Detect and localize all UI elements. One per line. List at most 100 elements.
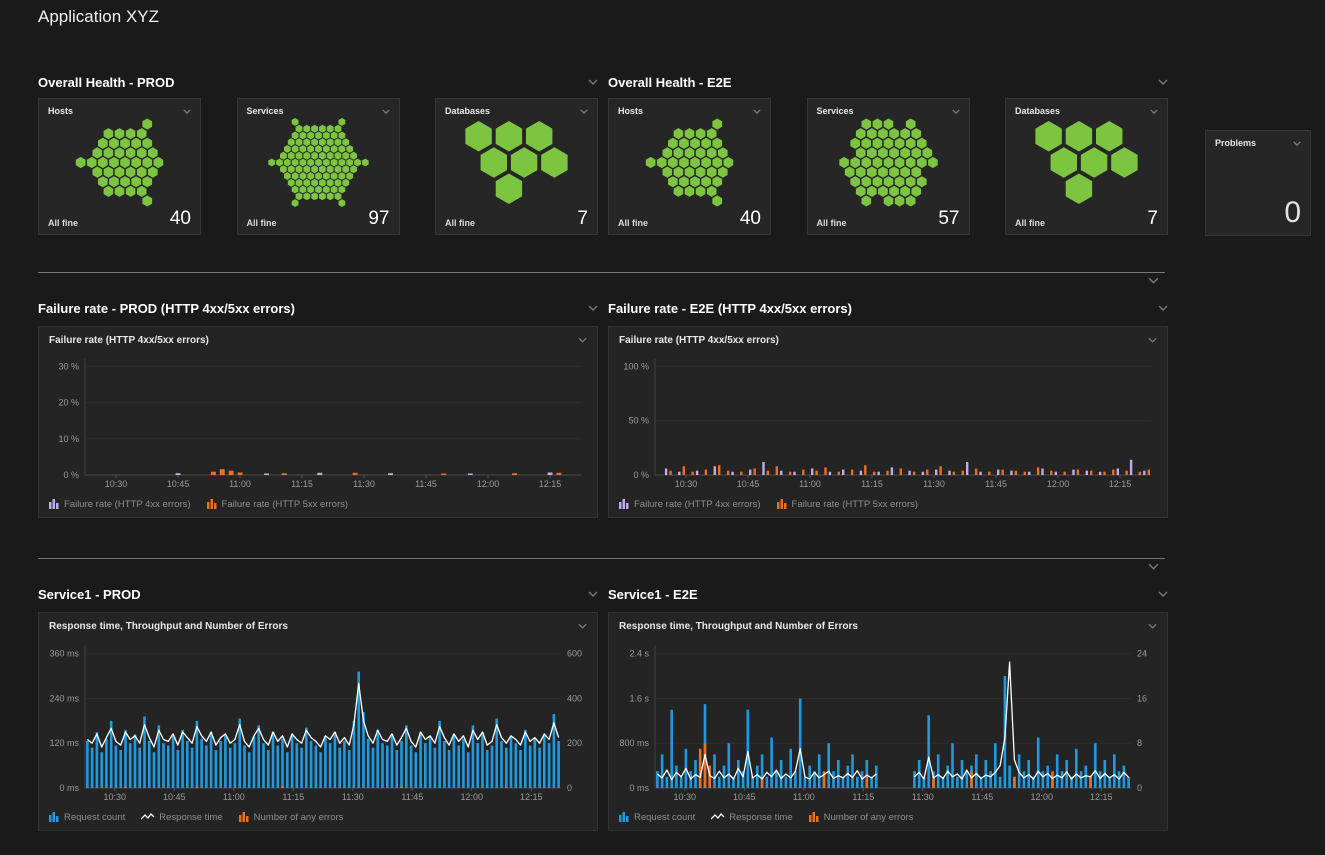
legend-label: Request count	[634, 812, 695, 823]
tile-status: All fine	[247, 218, 277, 228]
hosts-honeycomb	[618, 117, 761, 208]
bar-series-icon	[207, 499, 218, 509]
bar-series-icon	[239, 812, 250, 822]
chevron-down-icon[interactable]	[580, 109, 588, 114]
svg-text:12:15: 12:15	[1090, 792, 1113, 802]
svg-text:1.6 s: 1.6 s	[629, 694, 649, 704]
svg-text:12:00: 12:00	[1031, 792, 1054, 802]
legend-item-errors[interactable]: Number of any errors	[239, 812, 344, 823]
panel-title: Response time, Throughput and Number of …	[49, 621, 288, 632]
legend-item-5xx[interactable]: Failure rate (HTTP 5xx errors)	[777, 499, 919, 510]
svg-text:10:45: 10:45	[737, 479, 760, 489]
bar-series-icon	[619, 812, 630, 822]
svg-text:12:00: 12:00	[1047, 479, 1070, 489]
svg-text:120 ms: 120 ms	[49, 738, 79, 748]
legend-label: Request count	[64, 812, 125, 823]
chevron-down-icon[interactable]	[952, 109, 960, 114]
chevron-down-icon[interactable]	[588, 591, 598, 597]
tile-count: 7	[1147, 209, 1158, 228]
health-tile-services-e2e[interactable]: Services All fine 57	[807, 98, 970, 235]
health-tile-hosts-prod[interactable]: Hosts All fine 40	[38, 98, 201, 235]
chevron-down-icon[interactable]	[1148, 277, 1159, 284]
chevron-down-icon[interactable]	[1158, 591, 1168, 597]
svg-text:0 %: 0 %	[63, 470, 79, 480]
bar-series-icon	[619, 499, 630, 509]
problems-tile[interactable]: Problems 0	[1205, 130, 1311, 236]
chevron-down-icon[interactable]	[588, 305, 598, 311]
tile-status: All fine	[445, 218, 475, 228]
svg-text:11:30: 11:30	[353, 479, 375, 489]
service-metrics-panel-prod: Response time, Throughput and Number of …	[38, 612, 598, 831]
svg-text:800 ms: 800 ms	[619, 738, 649, 748]
chevron-down-icon[interactable]	[1158, 79, 1168, 85]
dashboard: Application XYZ Overall Health - PROD Ho…	[0, 0, 1325, 855]
legend-item-4xx[interactable]: Failure rate (HTTP 4xx errors)	[619, 499, 761, 510]
legend-item-request-count[interactable]: Request count	[619, 812, 695, 823]
svg-text:0 %: 0 %	[633, 470, 649, 480]
legend-item-response-time[interactable]: Response time	[141, 812, 222, 823]
legend-item-5xx[interactable]: Failure rate (HTTP 5xx errors)	[207, 499, 349, 510]
svg-text:10:30: 10:30	[674, 792, 697, 802]
section-overall-health-prod: Overall Health - PROD Hosts All fine 40 …	[38, 70, 598, 235]
chevron-down-icon[interactable]	[1148, 337, 1157, 343]
service-metrics-chart-e2e[interactable]: 0 ms800 ms1.6 s2.4 s08162410:3010:4511:0…	[609, 639, 1167, 804]
svg-text:8: 8	[1137, 738, 1142, 748]
svg-text:11:45: 11:45	[401, 792, 423, 802]
chevron-down-icon[interactable]	[1293, 141, 1301, 146]
chevron-down-icon[interactable]	[578, 337, 587, 343]
svg-text:12:15: 12:15	[520, 792, 543, 802]
chart-legend: Request count Response time Number of an…	[609, 804, 1167, 830]
legend-item-4xx[interactable]: Failure rate (HTTP 4xx errors)	[49, 499, 191, 510]
svg-text:0 ms: 0 ms	[629, 783, 649, 793]
svg-text:11:30: 11:30	[342, 792, 364, 802]
svg-text:100 %: 100 %	[623, 361, 649, 371]
legend-item-request-count[interactable]: Request count	[49, 812, 125, 823]
chevron-down-icon[interactable]	[578, 623, 587, 629]
svg-text:11:45: 11:45	[971, 792, 993, 802]
svg-text:50 %: 50 %	[628, 416, 649, 426]
svg-text:11:00: 11:00	[223, 792, 245, 802]
problems-count: 0	[1215, 148, 1301, 228]
tile-status: All fine	[817, 218, 847, 228]
health-tile-hosts-e2e[interactable]: Hosts All fine 40	[608, 98, 771, 235]
chevron-down-icon[interactable]	[753, 109, 761, 114]
tile-count: 97	[368, 209, 389, 228]
legend-label: Number of any errors	[824, 812, 914, 823]
chevron-down-icon[interactable]	[1150, 109, 1158, 114]
health-tile-databases-prod[interactable]: Databases All fine 7	[435, 98, 598, 235]
section-divider	[38, 558, 1165, 559]
services-honeycomb	[817, 117, 960, 208]
svg-text:10:30: 10:30	[675, 479, 698, 489]
svg-text:10:30: 10:30	[105, 479, 128, 489]
chart-legend: Failure rate (HTTP 4xx errors) Failure r…	[609, 491, 1167, 517]
tile-label: Databases	[445, 106, 490, 116]
tile-status: All fine	[1015, 218, 1045, 228]
chevron-down-icon[interactable]	[1148, 623, 1157, 629]
chevron-down-icon[interactable]	[382, 109, 390, 114]
line-series-icon	[711, 812, 725, 822]
health-tile-databases-e2e[interactable]: Databases All fine 7	[1005, 98, 1168, 235]
svg-text:600: 600	[567, 649, 582, 659]
tile-count: 40	[170, 209, 191, 228]
chevron-down-icon[interactable]	[183, 109, 191, 114]
tile-label: Hosts	[48, 106, 73, 116]
service-metrics-chart-prod[interactable]: 0 ms120 ms240 ms360 ms020040060010:3010:…	[39, 639, 597, 804]
health-tile-services-prod[interactable]: Services All fine 97	[237, 98, 400, 235]
chevron-down-icon[interactable]	[1148, 563, 1159, 570]
svg-text:12:15: 12:15	[539, 479, 562, 489]
tile-count: 7	[577, 209, 588, 228]
chevron-down-icon[interactable]	[588, 79, 598, 85]
svg-text:0: 0	[1137, 783, 1142, 793]
failure-rate-chart-prod[interactable]: 0 %10 %20 %30 %10:3010:4511:0011:1511:30…	[39, 353, 597, 491]
legend-item-errors[interactable]: Number of any errors	[809, 812, 914, 823]
svg-text:12:00: 12:00	[461, 792, 484, 802]
failure-rate-chart-e2e[interactable]: 0 %50 %100 %10:3010:4511:0011:1511:3011:…	[609, 353, 1167, 491]
bar-series-icon	[777, 499, 788, 509]
tile-label: Services	[817, 106, 854, 116]
panel-title: Failure rate (HTTP 4xx/5xx errors)	[619, 335, 779, 346]
section-service1-prod: Service1 - PROD Response time, Throughpu…	[38, 582, 598, 831]
services-honeycomb	[247, 117, 390, 208]
legend-label: Number of any errors	[254, 812, 344, 823]
chevron-down-icon[interactable]	[1158, 305, 1168, 311]
legend-item-response-time[interactable]: Response time	[711, 812, 792, 823]
